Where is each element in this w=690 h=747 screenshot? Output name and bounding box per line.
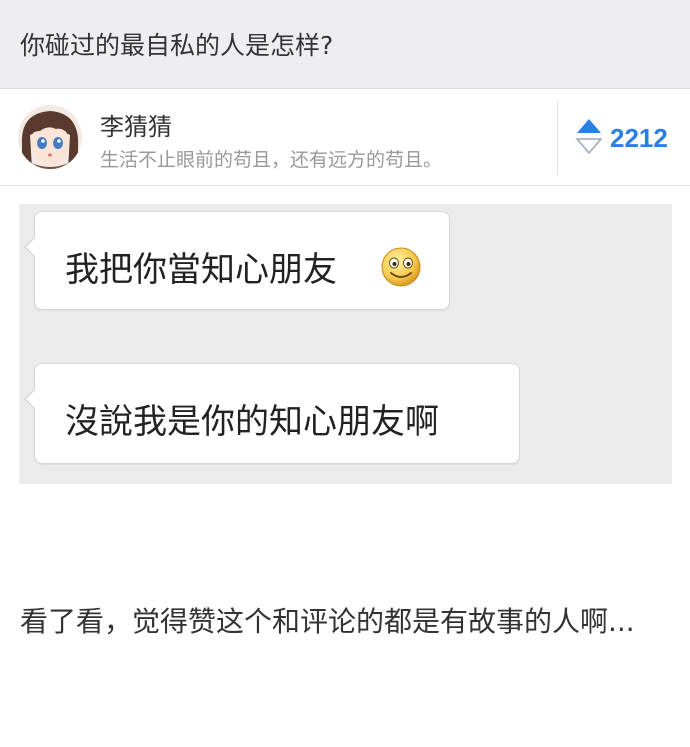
chat-message-text: 我把你當知心朋友 (65, 250, 337, 290)
vote-count: 2212 (610, 123, 668, 153)
chat-bubble: 沒說我是你的知心朋友啊 (24, 363, 520, 464)
author-name[interactable]: 李猜猜 (100, 107, 172, 142)
author-bio: 生活不止眼前的苟且，还有远方的苟且。 (100, 149, 443, 171)
chat-screenshot-image: 我把你當知心朋友 沒說我是你的知心朋友啊 (19, 204, 672, 484)
answer-body: 看了看，觉得赞这个和评论的都是有故事的人啊... (20, 605, 635, 638)
chat-message-text: 沒說我是你的知心朋友啊 (65, 402, 439, 442)
author-info: 李猜猜 生活不止眼前的苟且，还有远方的苟且。 2212 (0, 89, 690, 186)
question-header[interactable]: 你碰过的最自私的人是怎样? (0, 0, 690, 89)
chat-bubble: 我把你當知心朋友 (24, 211, 450, 310)
avatar-image (18, 105, 82, 169)
bubble-tail (24, 388, 36, 410)
smiley-emoji-icon (381, 247, 421, 287)
bubble-tail (24, 236, 36, 258)
vote-arrows-icon (575, 119, 603, 155)
avatar[interactable] (18, 105, 82, 169)
question-title[interactable]: 你碰过的最自私的人是怎样? (20, 26, 333, 62)
vote-button[interactable]: 2212 (570, 115, 685, 161)
divider (557, 101, 558, 175)
